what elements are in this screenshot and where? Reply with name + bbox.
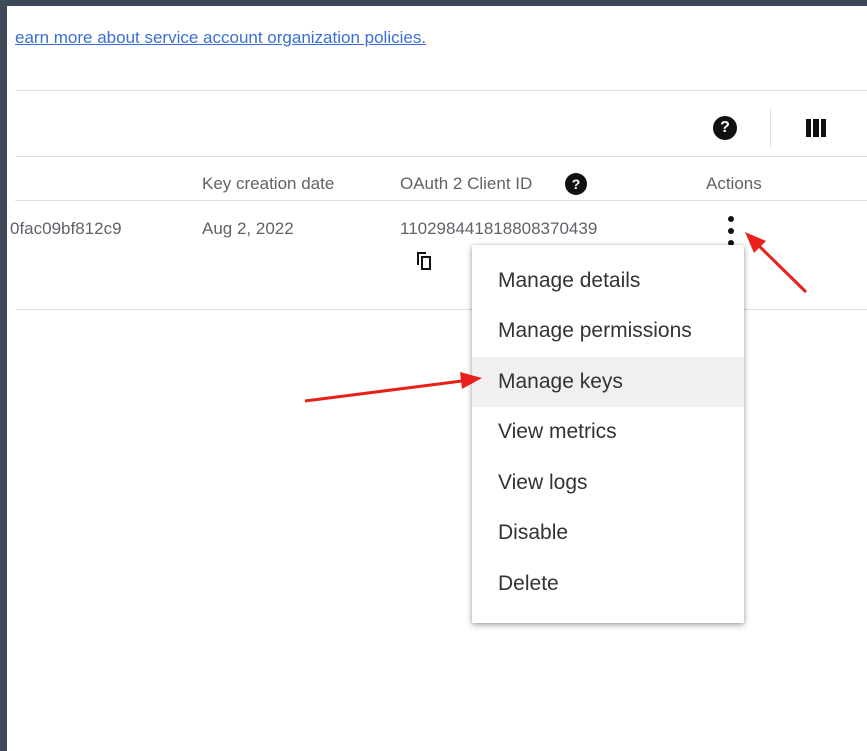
arrow-to-manage-keys xyxy=(304,372,482,403)
annotation-arrows xyxy=(304,232,808,403)
arrow-to-actions-icon xyxy=(745,232,808,294)
